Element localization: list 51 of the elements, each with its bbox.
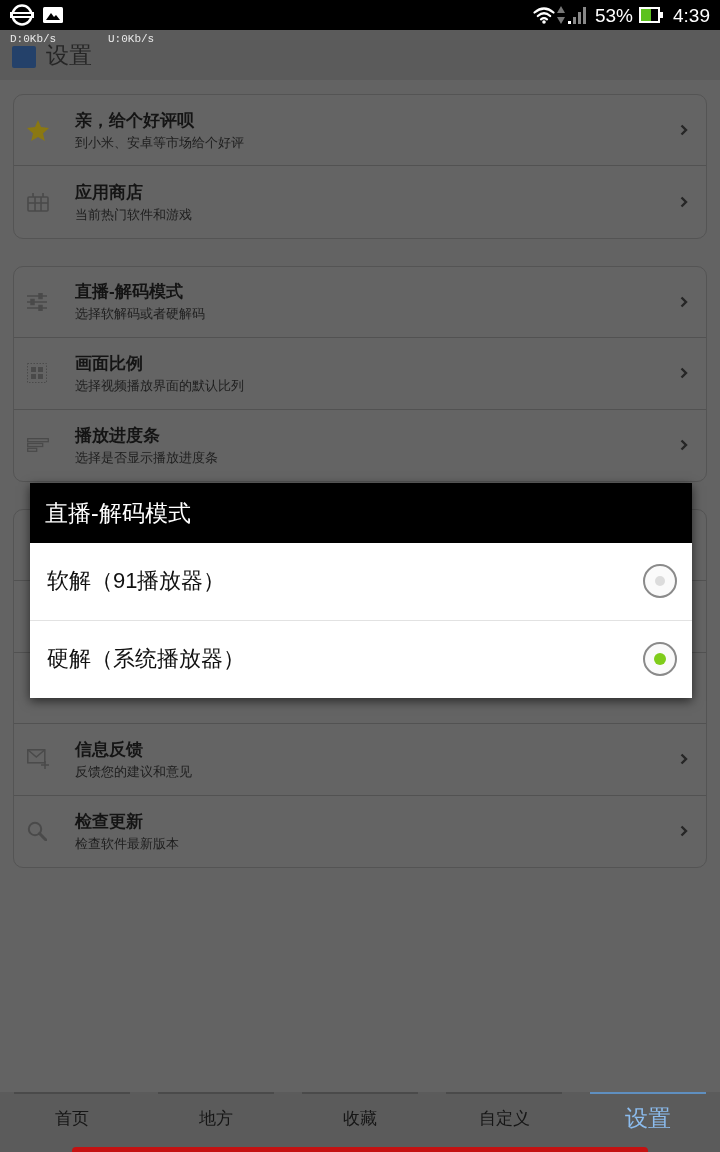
battery-icon [639,7,663,23]
data-arrows-icon [557,6,565,24]
building-icon [27,192,49,213]
signal-icon [568,6,586,24]
app-icon [12,46,36,68]
chevron-right-icon [680,439,688,452]
row-subtitle: 选择软解码或者硬解码 [75,305,206,323]
row-subtitle: 选择视频播放界面的默认比列 [75,376,245,394]
chevron-right-icon [680,196,688,209]
chevron-right-icon [680,367,688,380]
settings-row[interactable]: 检查更新 检查软件最新版本 [14,795,706,867]
settings-row[interactable]: 直播-解码模式 选择软解码或者硬解码 [14,266,706,339]
dialog-title: 直播-解码模式 [45,499,191,527]
mail-plus-icon [27,749,51,770]
row-title: 亲，给个好评呗 [75,109,195,132]
row-title: 应用商店 [75,181,144,204]
picture-icon [43,7,63,23]
settings-row[interactable]: 画面比例 选择视频播放界面的默认比列 [14,338,706,410]
row-title: 直播-解码模式 [75,281,184,304]
radio-button[interactable] [643,564,677,599]
clock-time: 4:39 [673,5,710,25]
wifi-icon [533,6,555,24]
bars-icon [27,438,49,453]
upload-speed: U:0Kb/s [108,33,155,45]
star-icon [27,119,49,141]
option-label: 硬解（系统播放器） [47,645,246,674]
row-subtitle: 选择是否显示播放进度条 [75,448,219,466]
row-title: 画面比例 [75,352,144,375]
chevron-right-icon [680,753,688,766]
dialog-option[interactable]: 软解（91播放器） [30,543,692,621]
grid-icon [27,363,47,384]
round-emblem-icon [10,4,34,26]
settings-row[interactable]: 播放进度条 选择是否显示播放进度条 [14,409,706,481]
row-subtitle: 检查软件最新版本 [75,834,180,852]
search-icon [27,821,47,842]
download-speed: D:0Kb/s [10,33,57,45]
option-label: 软解（91播放器） [47,567,227,596]
settings-row[interactable]: 信息反馈 反馈您的建议和意见 [14,724,706,796]
row-title: 信息反馈 [75,738,144,761]
settings-row[interactable]: 亲，给个好评呗 到小米、安卓等市场给个好评 [14,95,706,167]
sliders-icon [27,292,47,311]
row-title: 播放进度条 [75,424,161,447]
chevron-right-icon [680,124,688,137]
chevron-right-icon [680,825,688,838]
dialog-option[interactable]: 硬解（系统播放器） [30,620,692,698]
row-title: 检查更新 [75,810,144,833]
radio-button[interactable] [643,642,677,677]
battery-percent: 53% [595,5,633,25]
row-subtitle: 反馈您的建议和意见 [75,762,193,780]
chevron-right-icon [680,295,688,308]
row-subtitle: 到小米、安卓等市场给个好评 [75,133,245,151]
